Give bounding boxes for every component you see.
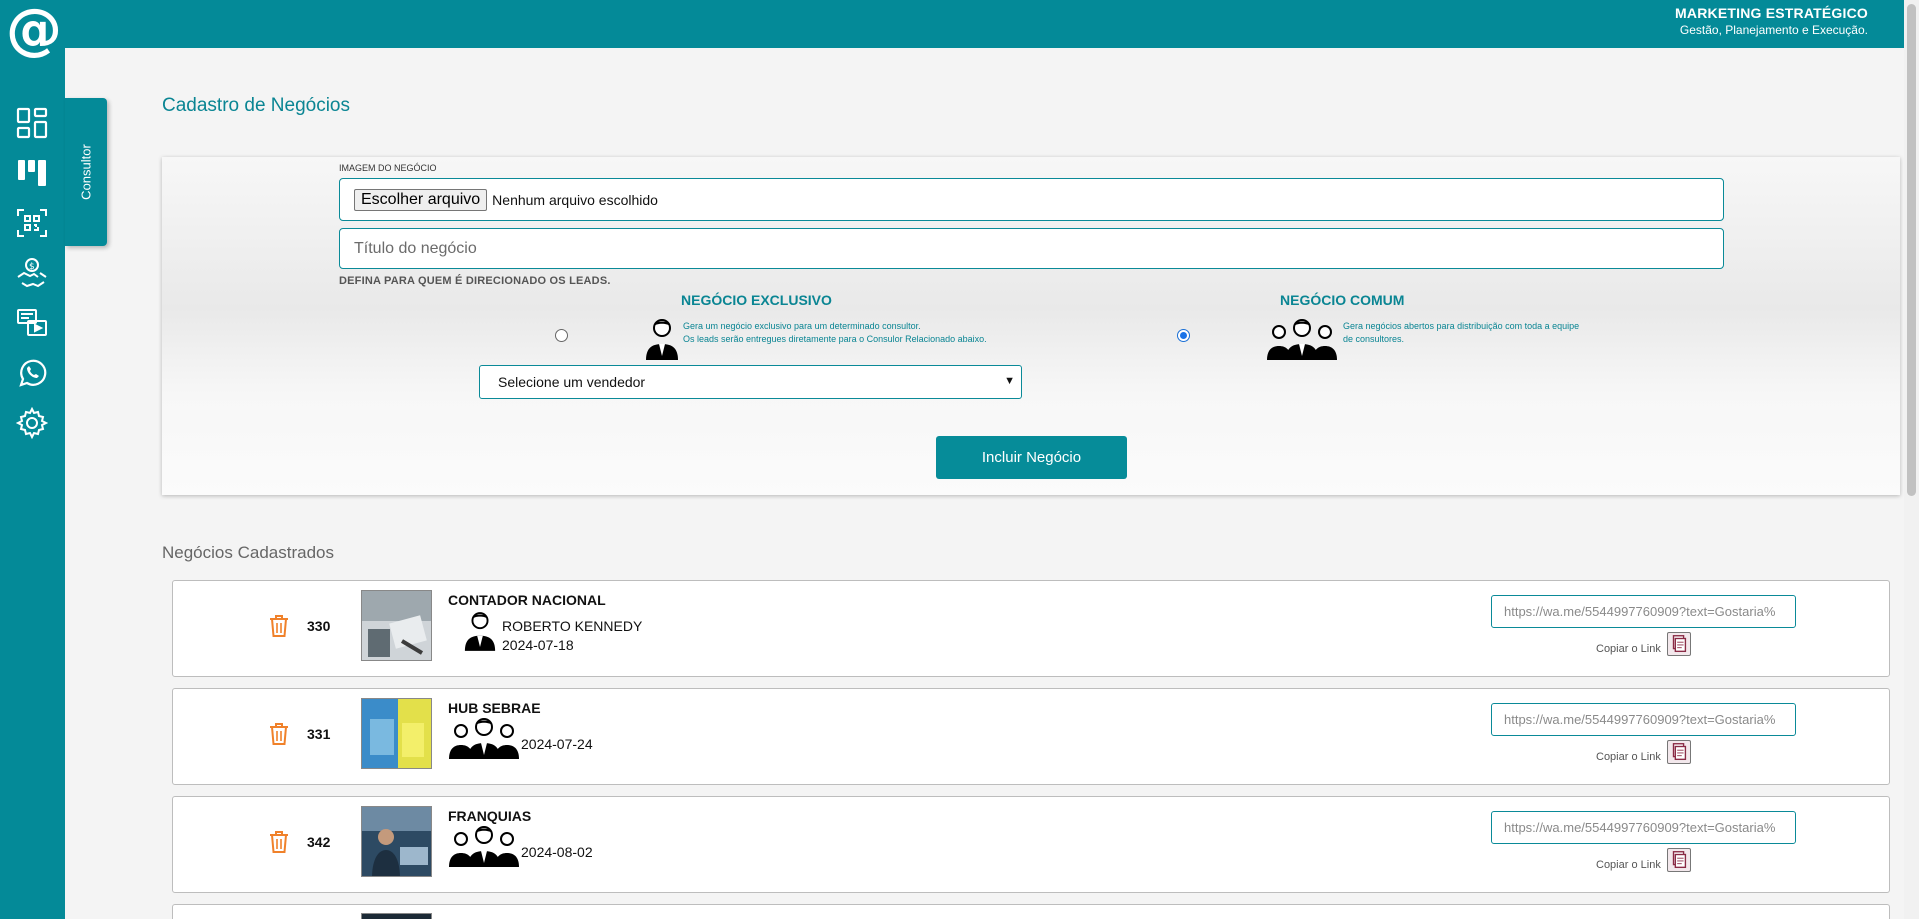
exclusive-option-title: NEGÓCIO EXCLUSIVO (681, 292, 832, 308)
common-desc-line1: Gera negócios abertos para distribuição … (1343, 321, 1580, 331)
business-owner: ROBERTO KENNEDY (502, 618, 643, 634)
scrollbar-thumb[interactable] (1907, 4, 1916, 496)
page-title: Cadastro de Negócios (162, 95, 350, 116)
trash-icon[interactable] (269, 722, 289, 746)
group-people-icon (449, 718, 519, 759)
trash-icon[interactable] (269, 830, 289, 854)
copy-link-label: Copiar o Link (1596, 859, 1661, 871)
common-option-title: NEGÓCIO COMUM (1280, 292, 1405, 308)
kanban-icon[interactable] (15, 156, 49, 190)
common-desc-line2: de consultores. (1343, 334, 1405, 344)
business-thumbnail (361, 590, 432, 661)
common-description: Gera negócios abertos para distribuição … (1343, 320, 1579, 346)
scrollbar[interactable] (1904, 0, 1919, 919)
common-radio[interactable] (1177, 329, 1190, 342)
exclusive-description: Gera um negócio exclusivo para um determ… (683, 320, 987, 346)
qr-scan-icon[interactable] (15, 206, 49, 240)
brand-title: MARKETING ESTRATÉGICO (1675, 5, 1868, 21)
business-name: CONTADOR NACIONAL (448, 592, 606, 608)
copy-icon[interactable] (1667, 848, 1691, 872)
include-business-button[interactable]: Incluir Negócio (936, 436, 1127, 479)
exclusive-radio[interactable] (555, 329, 568, 342)
whatsapp-link-input[interactable]: https://wa.me/5544997760909?text=Gostari… (1491, 703, 1796, 736)
table-row: 331 HUB SEBRAE 2024-07-24 https://wa.me/… (172, 688, 1890, 785)
business-thumbnail (361, 806, 432, 877)
image-file-input[interactable]: Escolher arquivo Nenhum arquivo escolhid… (339, 178, 1724, 221)
exclusive-desc-line2: Os leads serão entregues diretamente par… (683, 334, 987, 344)
table-row (172, 904, 1890, 919)
business-name: HUB SEBRAE (448, 700, 541, 716)
single-person-icon (464, 612, 496, 651)
svg-text:$: $ (29, 262, 35, 272)
table-row: 342 FRANQUIAS 2024-08-02 https://wa.me/5… (172, 796, 1890, 893)
brand: MARKETING ESTRATÉGICO Gestão, Planejamen… (1675, 5, 1868, 37)
choose-file-button[interactable]: Escolher arquivo (354, 188, 488, 211)
business-date: 2024-08-02 (521, 844, 593, 860)
business-date: 2024-07-24 (521, 736, 593, 752)
business-date: 2024-07-18 (502, 637, 574, 653)
copy-icon[interactable] (1667, 632, 1691, 656)
table-row: 330 CONTADOR NACIONAL ROBERTO KENNEDY 20… (172, 580, 1890, 677)
whatsapp-link-input[interactable]: https://wa.me/5544997760909?text=Gostari… (1491, 595, 1796, 628)
consultor-tab-label: Consultor (78, 144, 94, 200)
copy-icon[interactable] (1667, 740, 1691, 764)
vendor-select[interactable]: Selecione um vendedor ▼ (479, 365, 1022, 399)
business-name: FRANQUIAS (448, 808, 532, 824)
row-id: 330 (307, 618, 331, 634)
chevron-down-icon: ▼ (1004, 375, 1015, 387)
brand-subtitle: Gestão, Planejamento e Execução. (1679, 23, 1868, 37)
consultor-tab[interactable]: Consultor (65, 98, 107, 246)
group-people-icon (449, 826, 519, 867)
vendor-select-value: Selecione um vendedor (498, 374, 646, 390)
file-status: Nenhum arquivo escolhido (492, 191, 658, 208)
whatsapp-icon[interactable] (15, 356, 49, 390)
business-title-input[interactable] (339, 228, 1724, 269)
business-thumbnail (361, 698, 432, 769)
sidebar: @ $ (0, 0, 65, 919)
whatsapp-link-input[interactable]: https://wa.me/5544997760909?text=Gostari… (1491, 811, 1796, 844)
logo[interactable]: @ (6, 2, 62, 58)
list-title: Negócios Cadastrados (162, 543, 334, 562)
row-id: 331 (307, 726, 331, 742)
gear-icon[interactable] (15, 406, 49, 440)
row-id: 342 (307, 834, 331, 850)
top-bar: MARKETING ESTRATÉGICO Gestão, Planejamen… (0, 0, 1919, 48)
image-label: IMAGEM DO NEGÓCIO (339, 163, 437, 173)
business-thumbnail (361, 913, 432, 919)
trash-icon[interactable] (269, 614, 289, 638)
money-handshake-icon[interactable]: $ (15, 256, 49, 290)
copy-link-label: Copiar o Link (1596, 751, 1661, 763)
exclusive-desc-line1: Gera um negócio exclusivo para um determ… (683, 321, 921, 331)
group-people-icon (1267, 319, 1337, 360)
dashboard-icon[interactable] (15, 106, 49, 140)
copy-link-label: Copiar o Link (1596, 643, 1661, 655)
lead-target-label: DEFINA PARA QUEM É DIRECIONADO OS LEADS. (339, 275, 611, 287)
single-person-icon (646, 319, 678, 360)
media-icon[interactable] (15, 306, 49, 340)
